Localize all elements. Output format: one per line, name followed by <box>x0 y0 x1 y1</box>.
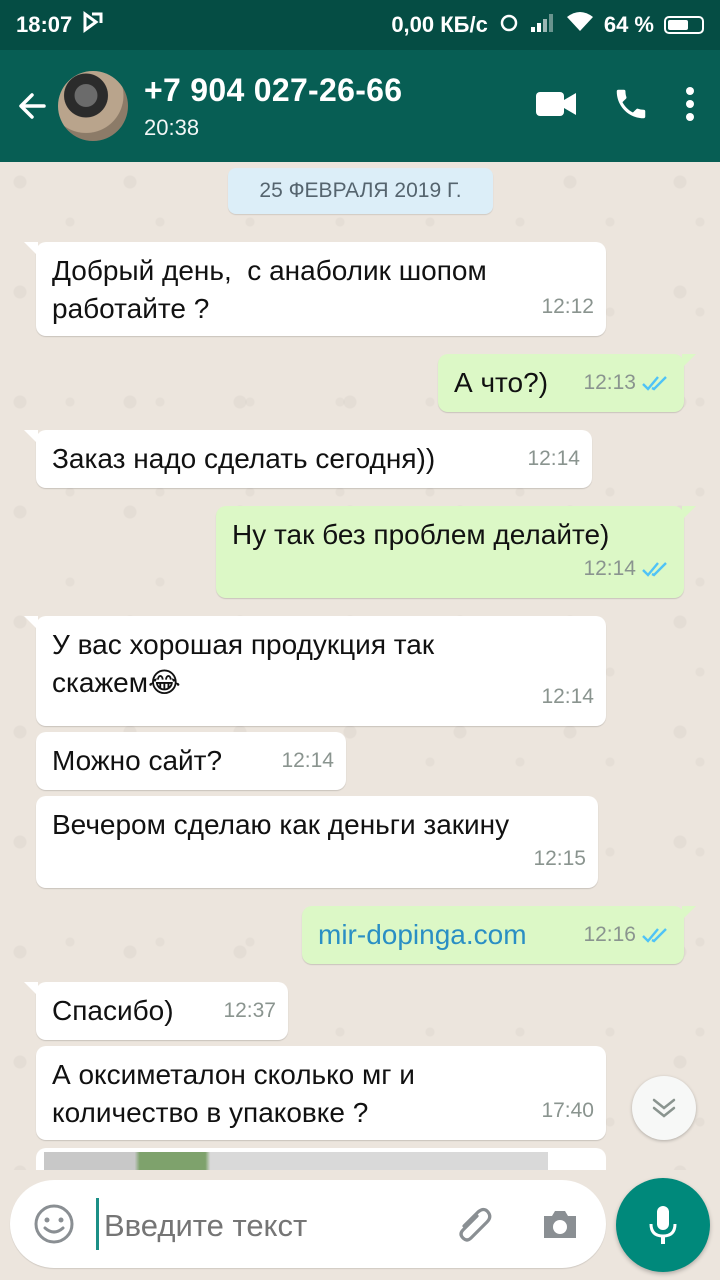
more-vert-icon[interactable] <box>684 85 696 128</box>
message-text: А оксиметалон сколько мг и количество в … <box>52 1059 415 1128</box>
message-time: 12:13 <box>583 371 636 394</box>
scroll-down-button[interactable] <box>632 1076 696 1140</box>
message-incoming[interactable]: Спасибо) 12:37 <box>24 982 288 1040</box>
message-outgoing[interactable]: А что?) 12:13 <box>438 354 696 412</box>
message-text: Заказ надо сделать сегодня)) <box>52 443 436 474</box>
contact-name: +7 904 027-26-66 <box>144 71 403 108</box>
message-composer <box>0 1170 720 1280</box>
last-seen: 20:38 <box>144 114 200 140</box>
chevron-double-down-icon <box>652 1098 676 1118</box>
notification-icon <box>82 11 104 39</box>
laughing-emoji: 😂 <box>148 667 181 698</box>
message-incoming[interactable]: Добрый день, с анаболик шопом работайте … <box>24 242 606 336</box>
voice-message-button[interactable] <box>616 1178 710 1272</box>
message-input-container[interactable] <box>10 1180 606 1268</box>
message-incoming[interactable]: Можно сайт? 12:14 <box>36 732 346 790</box>
text-cursor <box>96 1198 99 1250</box>
message-time: 12:16 <box>583 923 636 946</box>
read-receipt-icon <box>642 928 667 943</box>
message-time: 12:37 <box>223 999 276 1022</box>
video-call-icon[interactable] <box>534 88 578 125</box>
message-text: Ну так без проблем делайте) <box>232 519 610 550</box>
message-incoming[interactable]: Вечером сделаю как деньги закину 12:15 <box>36 796 598 888</box>
message-incoming[interactable]: У вас хорошая продукция так скажем😂 12:1… <box>24 616 606 726</box>
battery-icon <box>664 16 704 34</box>
battery-percent: 64 % <box>603 12 654 37</box>
message-time: 12:14 <box>583 557 636 580</box>
image-thumbnail <box>44 1152 548 1170</box>
attach-icon[interactable] <box>450 1200 498 1248</box>
message-incoming[interactable]: А оксиметалон сколько мг и количество в … <box>36 1046 606 1140</box>
chat-header: +7 904 027-26-66 20:38 <box>0 50 720 162</box>
alarm-icon <box>498 11 520 39</box>
battery-level <box>668 20 689 30</box>
contact-info[interactable]: +7 904 027-26-66 20:38 <box>144 72 534 141</box>
message-text: У вас хорошая продукция так скажем <box>52 629 435 698</box>
read-receipt-icon <box>642 562 667 577</box>
date-chip: 25 ФЕВРАЛЯ 2019 Г. <box>228 168 493 214</box>
message-incoming[interactable]: Заказ надо сделать сегодня)) 12:14 <box>24 430 592 488</box>
avatar[interactable] <box>58 71 128 141</box>
message-time: 12:14 <box>281 749 334 772</box>
network-speed: 0,00 КБ/с <box>391 12 488 37</box>
message-input[interactable] <box>102 1200 426 1252</box>
message-time: 17:40 <box>541 1099 594 1122</box>
status-time: 18:07 <box>16 12 73 37</box>
chat-area[interactable]: 25 ФЕВРАЛЯ 2019 Г. Добрый день, с анабол… <box>0 162 720 1170</box>
message-outgoing[interactable]: Ну так без проблем делайте) 12:14 <box>216 506 696 598</box>
image-message-preview[interactable] <box>36 1148 606 1170</box>
read-receipt-icon <box>642 376 667 391</box>
message-text: Вечером сделаю как деньги закину <box>52 809 510 840</box>
camera-icon[interactable] <box>536 1200 584 1248</box>
wifi-icon <box>566 11 594 39</box>
message-outgoing[interactable]: mir-dopinga.com 12:16 <box>302 906 696 964</box>
message-text: Добрый день, с анаболик шопом работайте … <box>52 255 487 324</box>
emoji-icon[interactable] <box>30 1200 78 1248</box>
message-time: 12:14 <box>541 685 594 708</box>
phone-icon[interactable] <box>612 85 650 128</box>
status-bar: 18:07 0,00 КБ/с 64 % <box>0 0 720 50</box>
message-time: 12:14 <box>527 447 580 470</box>
back-arrow-icon[interactable] <box>10 84 54 128</box>
mic-icon <box>649 1206 677 1244</box>
message-time: 12:15 <box>533 847 586 870</box>
signal-icon <box>530 11 556 39</box>
message-time: 12:12 <box>541 295 594 318</box>
